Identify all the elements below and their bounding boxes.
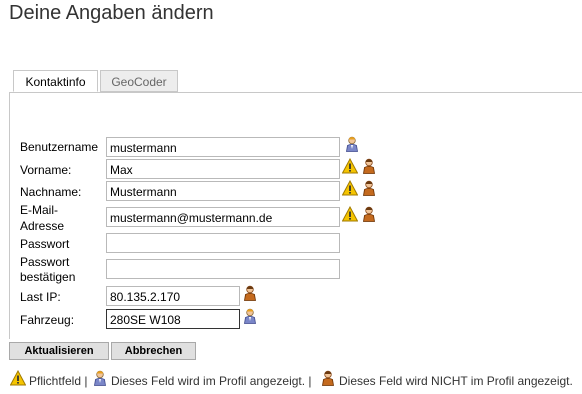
last-ip-field[interactable]: 80.135.2.170 [106, 286, 240, 306]
email-field[interactable]: mustermann@mustermann.de [106, 207, 340, 227]
lastname-field[interactable]: Mustermann [106, 181, 340, 201]
public-person-icon [344, 136, 360, 152]
warning-icon [10, 370, 26, 386]
vehicle-label: Fahrzeug: [20, 313, 75, 327]
legend-public: Dieses Feld wird im Profil angezeigt. | [111, 374, 312, 388]
public-person-icon [242, 308, 258, 324]
update-button[interactable]: Aktualisieren [9, 342, 109, 360]
private-person-icon [361, 180, 377, 196]
warning-icon [342, 158, 358, 174]
private-person-icon [361, 158, 377, 174]
password-confirm-label-line2: bestätigen [20, 270, 76, 284]
firstname-field[interactable]: Max [106, 159, 340, 179]
lastname-label: Nachname: [20, 185, 82, 199]
email-label-line2: Adresse [20, 219, 65, 233]
page-title: Deine Angaben ändern [9, 2, 214, 24]
warning-icon [342, 180, 358, 196]
cancel-button[interactable]: Abbrechen [111, 342, 196, 360]
tab-kontaktinfo[interactable]: Kontaktinfo [13, 70, 98, 92]
tab-geocoder[interactable]: GeoCoder [100, 70, 178, 92]
password-confirm-label-line1: Passwort [20, 255, 70, 269]
public-person-icon [92, 370, 108, 386]
legend-required: Pflichtfeld | [29, 374, 88, 388]
private-person-icon [242, 285, 258, 301]
vehicle-field[interactable]: 280SE W108 [106, 309, 240, 329]
username-field[interactable]: mustermann [106, 137, 340, 157]
firstname-label: Vorname: [20, 163, 72, 177]
warning-icon [342, 206, 358, 222]
legend-private: Dieses Feld wird NICHT im Profil angezei… [339, 374, 573, 388]
username-label: Benutzername [20, 140, 99, 154]
private-person-icon [361, 206, 377, 222]
private-person-icon [320, 370, 336, 386]
password-field[interactable] [106, 233, 340, 253]
email-label-line1: E-Mail- [20, 203, 58, 217]
password-confirm-field[interactable] [106, 259, 340, 279]
password-label: Passwort [20, 237, 70, 251]
last-ip-label: Last IP: [20, 290, 61, 304]
